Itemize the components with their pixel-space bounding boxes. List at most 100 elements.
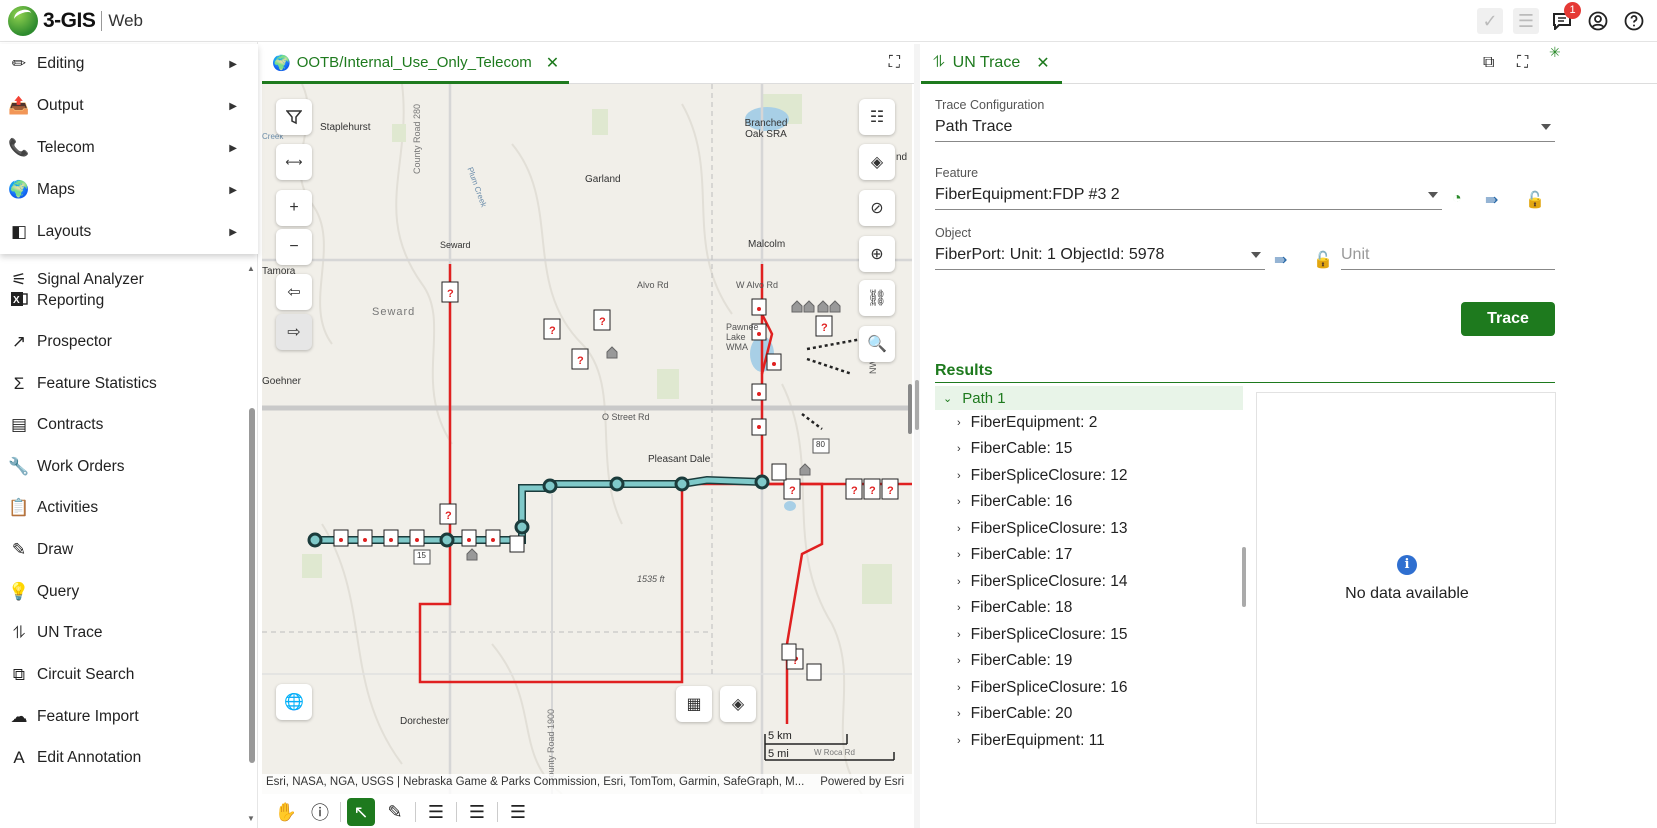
- list-item[interactable]: › FiberSpliceClosure: 12: [957, 463, 1127, 489]
- list-item[interactable]: › FiberCable: 18: [957, 595, 1072, 621]
- filter-icon[interactable]: [276, 99, 312, 135]
- pencil-icon: ✏: [11, 54, 27, 73]
- menu-item-editing[interactable]: ✏ Editing ▶: [0, 44, 245, 84]
- check-icon[interactable]: ✓: [1477, 8, 1503, 34]
- menu-icon[interactable]: ☰: [504, 798, 532, 826]
- trace-start-icon[interactable]: ⇛: [1274, 250, 1287, 270]
- layers-icon[interactable]: ◈: [720, 686, 756, 722]
- map-toolbar: ✋ ⓘ ↖ ✎ ☰ ☰ ☰: [262, 796, 912, 828]
- app-logo[interactable]: 3-GIS Web: [8, 6, 143, 36]
- forward-extent-icon[interactable]: ⇨: [276, 314, 312, 350]
- zoom-in-icon[interactable]: +: [276, 190, 312, 226]
- sidebar-item-prospector[interactable]: ↗ Prospector: [0, 322, 245, 362]
- qr-code-icon[interactable]: ▦: [676, 686, 712, 722]
- sidebar-item-feature-statistics[interactable]: Σ Feature Statistics: [0, 364, 245, 404]
- sidebar-item-circuit-search[interactable]: ⧉ Circuit Search: [0, 655, 245, 695]
- edit-pencil-icon[interactable]: ✎: [381, 798, 409, 826]
- sidebar-scrollbar[interactable]: [249, 408, 255, 763]
- sidebar-dropdown-menu: ✏ Editing ▶ 📤 Output ▶ 📞 Telecom ▶ 🌍 Map…: [0, 44, 258, 254]
- measure-icon[interactable]: ⟷: [276, 144, 312, 180]
- menu-item-output[interactable]: 📤 Output ▶: [0, 86, 245, 126]
- sidebar-item-work-orders[interactable]: 🔧 Work Orders: [0, 447, 245, 487]
- scale-km: 5 km: [768, 730, 792, 742]
- list-item[interactable]: › FiberCable: 19: [957, 648, 1072, 674]
- list-item[interactable]: › FiberEquipment: 2: [957, 410, 1097, 436]
- trace-button[interactable]: Trace: [1461, 302, 1555, 336]
- fullscreen-icon[interactable]: ⛶: [889, 54, 900, 72]
- sidebar-item-contracts[interactable]: ▤ Contracts: [0, 405, 245, 445]
- list-item[interactable]: › FiberCable: 17: [957, 542, 1072, 568]
- svg-text:?: ?: [445, 510, 452, 522]
- close-icon[interactable]: ✕: [546, 53, 559, 73]
- search-icon[interactable]: 🔍: [859, 326, 895, 362]
- trace-icon: ⥮: [933, 53, 945, 71]
- menu-item-maps[interactable]: 🌍 Maps ▶: [0, 170, 245, 210]
- trace-config-select[interactable]: Path Trace: [935, 114, 1555, 142]
- sidebar-item-draw[interactable]: ✎ Draw: [0, 530, 245, 570]
- results-heading: Results: [935, 362, 1555, 383]
- sidebar-item-label: Draw: [37, 541, 74, 558]
- map-splitter[interactable]: [908, 384, 912, 434]
- result-label: FiberSpliceClosure: 13: [970, 520, 1128, 537]
- sidebar-item-query[interactable]: 💡 Query: [0, 572, 245, 612]
- list-item[interactable]: › FiberSpliceClosure: 13: [957, 516, 1127, 542]
- refresh-icon[interactable]: ◔: [1452, 190, 1462, 208]
- pan-hand-icon[interactable]: ✋: [272, 798, 300, 826]
- trace-start-icon[interactable]: ⇛: [1485, 190, 1498, 210]
- attribution-text: Esri, NASA, NGA, USGS | Nebraska Game & …: [266, 776, 805, 788]
- select-arrow-icon[interactable]: ↖: [347, 798, 375, 826]
- unlock-icon[interactable]: 🔓: [1313, 250, 1333, 270]
- globe-icon: 🌍: [272, 54, 291, 72]
- list-item[interactable]: › FiberCable: 20: [957, 701, 1072, 727]
- list-item[interactable]: › FiberSpliceClosure: 14: [957, 569, 1127, 595]
- help-icon[interactable]: [1621, 8, 1647, 34]
- basemap-globe-icon[interactable]: 🌐: [276, 684, 312, 720]
- zoom-out-icon[interactable]: −: [276, 229, 312, 265]
- menu-icon[interactable]: ☰: [422, 798, 450, 826]
- menu-item-label: Output: [37, 97, 84, 114]
- sidebar-item-un-trace[interactable]: ⥮ UN Trace: [0, 613, 245, 653]
- scroll-up-icon[interactable]: ▲: [247, 264, 255, 273]
- legend-list-icon[interactable]: ☷: [859, 99, 895, 135]
- list-item[interactable]: › FiberSpliceClosure: 15: [957, 622, 1127, 648]
- tree-path-row[interactable]: ⌄ Path 1: [935, 386, 1243, 410]
- tab-map[interactable]: 🌍 OOTB/Internal_Use_Only_Telecom ✕: [262, 44, 570, 84]
- locate-icon[interactable]: ⊕: [859, 236, 895, 272]
- layers-icon[interactable]: ◈: [859, 144, 895, 180]
- map-canvas[interactable]: ? ? ? ? ? ? ? ? ? ? ? Staplehurst Garlan…: [262, 84, 912, 794]
- results-scrollbar[interactable]: [1242, 547, 1246, 607]
- pane-divider[interactable]: [914, 44, 920, 828]
- messages-icon[interactable]: 1: [1549, 2, 1581, 34]
- sidebar-item-edit-annotation[interactable]: A Edit Annotation: [0, 738, 245, 778]
- list-item[interactable]: › FiberCable: 16: [957, 489, 1072, 515]
- menu-icon[interactable]: ☰: [463, 798, 491, 826]
- tab-un-trace[interactable]: ⥮ UN Trace ✕: [921, 44, 1062, 84]
- link-icon[interactable]: ⛓: [859, 280, 895, 316]
- close-icon[interactable]: ✕: [1036, 53, 1049, 73]
- compass-icon[interactable]: ⊘: [859, 190, 895, 226]
- list-item[interactable]: › FiberSpliceClosure: 16: [957, 675, 1127, 701]
- menu-item-layouts[interactable]: ◧ Layouts ▶: [0, 212, 245, 252]
- list-icon[interactable]: ☰: [1513, 8, 1539, 34]
- list-item[interactable]: › FiberCable: 15: [957, 436, 1072, 462]
- object-select[interactable]: FiberPort: Unit: 1 ObjectId: 5978: [935, 242, 1265, 270]
- lightbulb-icon: 💡: [8, 582, 30, 601]
- info-icon[interactable]: ⓘ: [306, 798, 334, 826]
- open-external-icon[interactable]: ⧉: [1483, 54, 1494, 72]
- powered-by-esri[interactable]: Powered by Esri: [820, 776, 904, 788]
- object-value: FiberPort: Unit: 1 ObjectId: 5978: [935, 246, 1165, 263]
- list-item[interactable]: › FiberEquipment: 11: [957, 728, 1105, 754]
- fullscreen-icon[interactable]: ⛶: [1517, 54, 1528, 72]
- sidebar-item-activities[interactable]: 📋 Activities: [0, 488, 245, 528]
- feature-select[interactable]: FiberEquipment:FDP #3 2: [935, 182, 1442, 210]
- unit-input[interactable]: Unit: [1341, 242, 1555, 270]
- user-account-icon[interactable]: [1585, 8, 1611, 34]
- sidebar-item-feature-import[interactable]: ☁ Feature Import: [0, 697, 245, 737]
- scroll-down-icon[interactable]: ▼: [247, 814, 255, 823]
- menu-item-telecom[interactable]: 📞 Telecom ▶: [0, 128, 245, 168]
- sidebar-item-reporting[interactable]: X Reporting: [0, 281, 245, 321]
- back-extent-icon[interactable]: ⇦: [276, 274, 312, 310]
- unlock-icon[interactable]: 🔓: [1525, 190, 1545, 210]
- chevron-down-icon: [1541, 124, 1551, 130]
- pane-grip[interactable]: [915, 380, 919, 430]
